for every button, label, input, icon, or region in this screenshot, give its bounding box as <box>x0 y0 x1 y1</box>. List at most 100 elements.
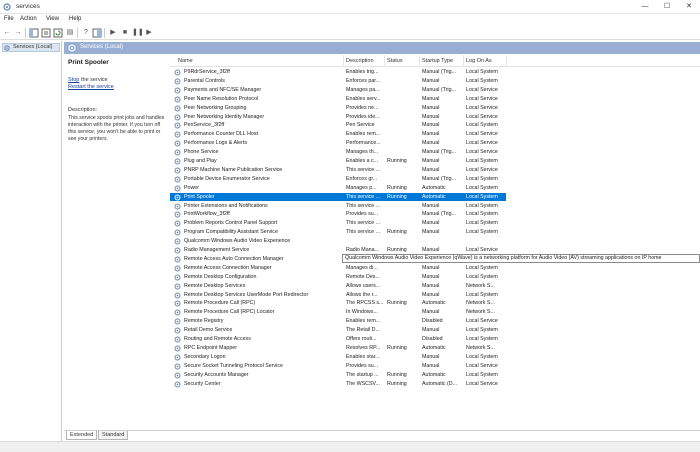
maximize-button[interactable]: ☐ <box>656 0 678 14</box>
toolbar-divider <box>77 28 78 38</box>
service-startup-type-cell: Disabled <box>422 318 443 325</box>
service-row[interactable]: Qualcomm Windows Audio Video Experience <box>170 237 506 246</box>
service-name-cell: Remote Procedure Call (RPC) Locator <box>184 309 275 316</box>
service-row[interactable]: Security Accounts Manager The startup ...… <box>170 371 506 380</box>
service-row[interactable]: Remote Desktop Services UserMode Port Re… <box>170 291 506 300</box>
service-row[interactable]: P9RdrService_3f2ff Enables trig... Manual … <box>170 68 506 77</box>
minimize-button[interactable]: — <box>634 0 656 14</box>
service-status-cell: Running <box>387 380 407 387</box>
service-description-cell: This service ... <box>346 202 381 209</box>
service-row[interactable]: Print Spooler This service ... Running Auto… <box>170 192 506 202</box>
service-startup-type-cell: Automatic <box>422 344 446 351</box>
service-startup-type-cell: Manual (Trig... <box>422 149 456 156</box>
service-row[interactable]: PNRP Machine Name Publication Service Thi… <box>170 166 506 175</box>
service-row[interactable]: Problem Reports Control Panel Support Thi… <box>170 219 506 228</box>
service-row[interactable]: PenService_3f2ff Pen Service Manual Local S… <box>170 121 506 130</box>
service-startup-type-cell: Manual (Trig... <box>422 211 456 218</box>
service-log-on-as-cell: Local System <box>466 327 498 334</box>
gear-icon <box>174 336 181 343</box>
service-description-cell: The startup ... <box>346 371 379 378</box>
menu-file[interactable]: File <box>4 16 14 22</box>
service-name-cell: Parental Controls <box>184 77 225 84</box>
column-divider[interactable] <box>419 55 420 67</box>
service-row[interactable]: Remote Registry Enables rem... Disabled Loc… <box>170 317 506 326</box>
gear-icon <box>174 381 181 387</box>
help-icon[interactable]: ? <box>81 28 91 38</box>
gear-icon <box>174 158 181 165</box>
service-row[interactable]: PrintWorkflow_3f2ff Provides su... Manual … <box>170 210 506 219</box>
export-list-icon[interactable]: ▤ <box>65 28 75 38</box>
service-row[interactable]: Routing and Remote Access Offers routi...… <box>170 335 506 344</box>
service-log-on-as-cell: Local System <box>466 336 498 342</box>
restart-service-link[interactable]: Restart the service <box>68 84 114 90</box>
properties-icon[interactable] <box>41 28 51 38</box>
service-row[interactable]: Remote Procedure Call (RPC) Locator In Wi… <box>170 308 506 317</box>
close-button[interactable]: ✕ <box>678 0 700 14</box>
service-row[interactable]: Secondary Logon Enables star... Manual Loca… <box>170 353 506 362</box>
service-row[interactable]: Printer Extensions and Notifications This… <box>170 202 506 211</box>
column-divider[interactable] <box>506 55 507 67</box>
service-startup-type-cell: Manual (Trig... <box>422 175 456 182</box>
pause-service-icon[interactable]: ❚❚ <box>132 28 144 38</box>
service-log-on-as-cell: Local System <box>466 264 498 271</box>
service-row[interactable]: Power Manages p... Running Automatic Local S… <box>170 184 506 193</box>
service-startup-type-cell: Manual <box>422 282 440 289</box>
service-row[interactable]: Phone Service Manages th... Manual (Trig..… <box>170 148 506 157</box>
service-row[interactable]: Performance Counter DLL Host Enables rem.… <box>170 130 506 139</box>
gear-icon <box>68 44 76 52</box>
service-name-cell: Remote Access Auto Connection Manager <box>184 255 284 262</box>
gear-icon <box>174 354 181 361</box>
service-log-on-as-cell: Local Service <box>466 362 498 369</box>
service-description-cell: Manages th... <box>346 149 379 156</box>
service-row[interactable]: Peer Networking Grouping Provides ne... Ma… <box>170 104 506 113</box>
start-service-icon[interactable]: ▶ <box>108 28 118 38</box>
service-row[interactable]: Portable Device Enumerator Service Enforc… <box>170 175 506 184</box>
service-description-cell: Enables star... <box>346 353 380 360</box>
menu-view[interactable]: View <box>46 16 59 22</box>
service-name-cell: PNRP Machine Name Publication Service <box>184 166 283 173</box>
service-row[interactable]: Performance Logs & Alerts Performance... M… <box>170 139 506 148</box>
column-header-status[interactable]: Status <box>387 58 403 64</box>
service-row[interactable]: Retail Demo Service The Retail D... Manual… <box>170 326 506 335</box>
menu-help[interactable]: Help <box>69 16 81 22</box>
service-row[interactable]: Remote Procedure Call (RPC) The RPCSS s..… <box>170 299 506 308</box>
service-description-cell: Manages di... <box>346 264 378 271</box>
column-divider[interactable] <box>463 55 464 67</box>
refresh-icon[interactable] <box>53 28 63 38</box>
stop-service-link[interactable]: Stop <box>68 77 79 83</box>
service-row[interactable]: Peer Networking Identity Manager Provides… <box>170 113 506 122</box>
service-row[interactable]: Secure Socket Tunneling Protocol Service… <box>170 362 506 371</box>
service-row[interactable]: Peer Name Resolution Protocol Enables ser… <box>170 95 506 104</box>
gear-icon <box>174 247 181 254</box>
column-header-description[interactable]: Description <box>346 58 374 64</box>
column-header-name[interactable]: Name <box>178 58 193 64</box>
service-row[interactable]: Remote Desktop Configuration Remote Des..… <box>170 273 506 282</box>
show-hide-action-pane-icon[interactable] <box>92 28 102 38</box>
tree-item-services-local[interactable]: Services (Local) <box>2 43 60 52</box>
service-row[interactable]: Parental Controls Enforces par... Manual Lo… <box>170 77 506 86</box>
service-row[interactable]: Remote Desktop Services Allows users... Ma… <box>170 282 506 291</box>
service-row[interactable]: Remote Access Connection Manager Manages … <box>170 264 506 273</box>
tab-standard[interactable]: Standard <box>98 431 129 440</box>
tab-extended[interactable]: Extended <box>66 431 98 440</box>
service-row[interactable]: Security Center The WSCSV... Running Automa… <box>170 380 506 389</box>
service-row[interactable]: Plug and Play Enables a c... Running Manual… <box>170 157 506 166</box>
menu-action[interactable]: Action <box>20 16 37 22</box>
column-header-startup-type[interactable]: Startup Type <box>422 58 453 64</box>
forward-arrow-icon[interactable]: → <box>13 28 23 38</box>
restart-service-icon[interactable]: ▶ <box>144 28 154 38</box>
console-tree-icon[interactable] <box>29 28 39 38</box>
service-row[interactable]: Payments and NFC/SE Manager Manages pa...… <box>170 86 506 95</box>
column-header-log-on-as[interactable]: Log On As <box>466 58 492 64</box>
service-row[interactable]: RPC Endpoint Mapper Resolves RP... Running… <box>170 344 506 353</box>
gear-icon <box>174 185 181 192</box>
service-startup-type-cell: Manual <box>422 202 440 209</box>
column-divider[interactable] <box>343 55 344 67</box>
column-divider[interactable] <box>384 55 385 67</box>
stop-service-icon[interactable]: ■ <box>120 28 130 38</box>
back-arrow-icon[interactable]: ← <box>2 28 12 38</box>
service-startup-type-cell: Manual <box>422 113 440 120</box>
service-log-on-as-cell: Local System <box>466 122 498 129</box>
service-row[interactable]: Program Compatibility Assistant Service T… <box>170 228 506 237</box>
tree-item-label: Services (Local) <box>13 44 53 50</box>
